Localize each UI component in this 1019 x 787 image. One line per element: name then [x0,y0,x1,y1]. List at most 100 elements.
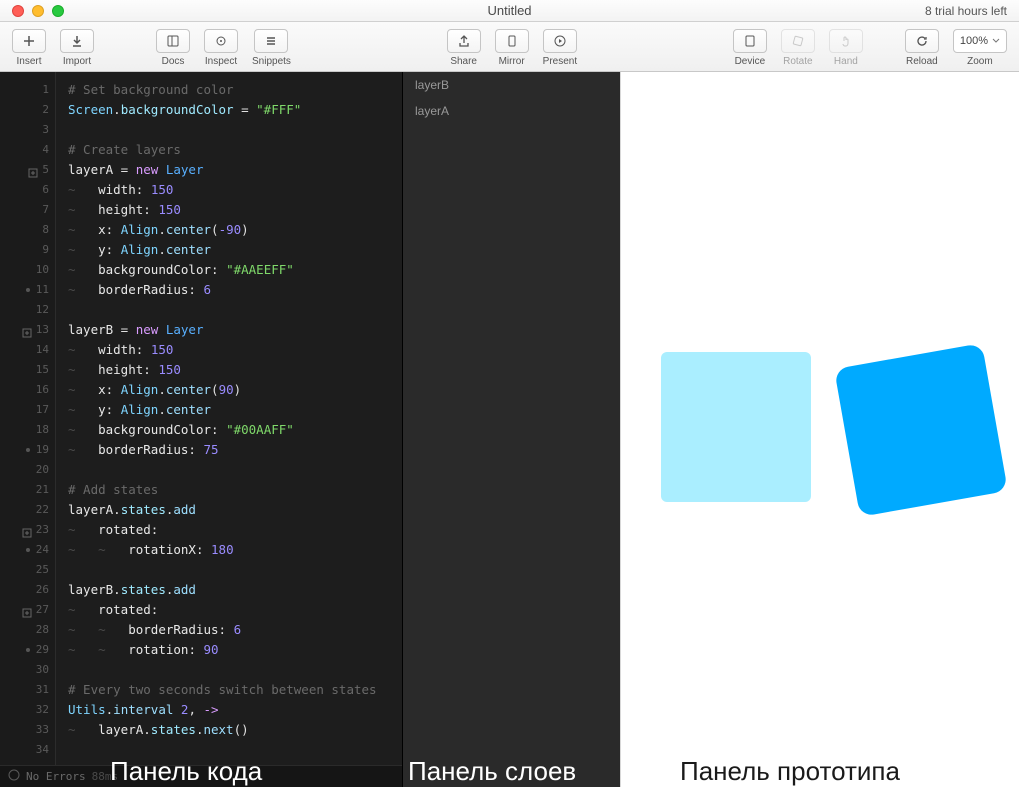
inspect-button[interactable]: Inspect [198,27,244,67]
device-button[interactable]: Device [727,27,773,67]
code-line[interactable]: ~ ~ borderRadius: 6 [68,620,402,640]
gutter-line: 34 [0,740,55,760]
gutter-line: 13 [0,320,55,340]
fold-dot-icon [26,648,30,652]
gutter-line: 27 [0,600,55,620]
gutter-line: 26 [0,580,55,600]
code-line[interactable]: layerB.states.add [68,580,402,600]
snippets-button[interactable]: Snippets [246,27,297,67]
fold-dot-icon [26,448,30,452]
code-line[interactable]: ~ ~ rotationX: 180 [68,540,402,560]
code-line[interactable] [68,460,402,480]
layer-item[interactable]: layerA [403,98,620,124]
gutter-line: 4 [0,140,55,160]
main-area: 1234567891011121314151617181920212223242… [0,72,1019,787]
mirror-icon [495,29,529,53]
present-button[interactable]: Present [537,27,583,67]
reload-button[interactable]: Reload [899,27,945,67]
gutter-line: 21 [0,480,55,500]
code-line[interactable]: ~ height: 150 [68,200,402,220]
titlebar: Untitled 8 trial hours left [0,0,1019,22]
hand-icon [829,29,863,53]
code-line[interactable]: ~ backgroundColor: "#00AAFF" [68,420,402,440]
code-line[interactable]: ~ rotated: [68,600,402,620]
rotate-icon [781,29,815,53]
status-bar: No Errors 88ms [0,765,402,787]
gutter-line: 19 [0,440,55,460]
code-line[interactable]: ~ width: 150 [68,180,402,200]
fold-icon[interactable] [22,605,32,615]
gutter-line: 7 [0,200,55,220]
code-line[interactable]: ~ width: 150 [68,340,402,360]
code-line[interactable] [68,300,402,320]
zoom-dropdown[interactable]: 100% [953,29,1007,53]
mirror-button[interactable]: Mirror [489,27,535,67]
play-icon [543,29,577,53]
gutter-line: 31 [0,680,55,700]
preview-layer-a[interactable] [661,352,811,502]
preview-panel[interactable] [620,72,1019,787]
trial-status: 8 trial hours left [925,4,1007,18]
gutter-line: 18 [0,420,55,440]
gutter-line: 1 [0,80,55,100]
fold-dot-icon [26,548,30,552]
code-line[interactable]: ~ y: Align.center [68,400,402,420]
gutter-line: 12 [0,300,55,320]
fold-icon[interactable] [22,525,32,535]
code-line[interactable]: ~ borderRadius: 75 [68,440,402,460]
code-line[interactable]: ~ backgroundColor: "#AAEEFF" [68,260,402,280]
code-line[interactable] [68,120,402,140]
gutter-line: 22 [0,500,55,520]
fold-icon[interactable] [28,165,38,175]
fold-icon[interactable] [22,325,32,335]
code-line[interactable]: Screen.backgroundColor = "#FFF" [68,100,402,120]
close-window-button[interactable] [12,5,24,17]
plus-icon [12,29,46,53]
code-line[interactable]: ~ y: Align.center [68,240,402,260]
error-count: No Errors [26,770,86,783]
docs-button[interactable]: Docs [150,27,196,67]
fold-dot-icon [26,288,30,292]
minimize-window-button[interactable] [32,5,44,17]
code-line[interactable]: # Add states [68,480,402,500]
code-line[interactable]: layerB = new Layer [68,320,402,340]
code-line[interactable]: Utils.interval 2, -> [68,700,402,720]
gutter-line: 29 [0,640,55,660]
zoom-control[interactable]: 100% Zoom [947,27,1013,67]
chevron-down-icon [992,37,1000,45]
code-editor[interactable]: # Set background colorScreen.backgroundC… [56,72,402,765]
gutter-line: 17 [0,400,55,420]
code-line[interactable] [68,660,402,680]
gutter-line: 30 [0,660,55,680]
code-line[interactable]: layerA = new Layer [68,160,402,180]
code-line[interactable]: ~ ~ rotation: 90 [68,640,402,660]
code-line[interactable]: ~ height: 150 [68,360,402,380]
code-line[interactable]: layerA.states.add [68,500,402,520]
gutter-line: 28 [0,620,55,640]
code-line[interactable]: ~ borderRadius: 6 [68,280,402,300]
code-line[interactable] [68,560,402,580]
code-line[interactable]: ~ rotated: [68,520,402,540]
status-ok-icon [8,769,20,784]
code-panel: 1234567891011121314151617181920212223242… [0,72,402,787]
code-line[interactable]: # Every two seconds switch between state… [68,680,402,700]
gutter-line: 9 [0,240,55,260]
code-line[interactable]: ~ x: Align.center(-90) [68,220,402,240]
preview-layer-b[interactable] [834,343,1008,517]
traffic-lights [0,5,64,17]
import-button[interactable]: Import [54,27,100,67]
hand-button[interactable]: Hand [823,27,869,67]
rotate-button[interactable]: Rotate [775,27,821,67]
share-button[interactable]: Share [441,27,487,67]
maximize-window-button[interactable] [52,5,64,17]
code-line[interactable]: ~ layerA.states.next() [68,720,402,740]
gutter-line: 10 [0,260,55,280]
panel-icon [156,29,190,53]
code-line[interactable] [68,740,402,760]
layer-item[interactable]: layerB [403,72,620,98]
insert-button[interactable]: Insert [6,27,52,67]
code-line[interactable]: ~ x: Align.center(90) [68,380,402,400]
code-line[interactable]: # Create layers [68,140,402,160]
gutter-line: 23 [0,520,55,540]
code-line[interactable]: # Set background color [68,80,402,100]
